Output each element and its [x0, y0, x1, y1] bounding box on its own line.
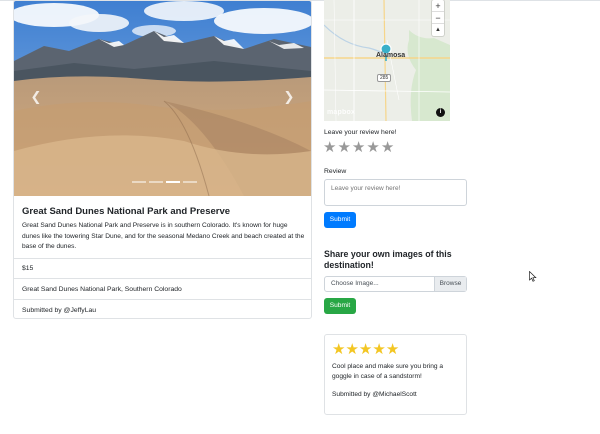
info-icon[interactable]: i [436, 108, 445, 117]
star-icon[interactable]: ★ [323, 140, 336, 156]
browse-button[interactable]: Browse [434, 277, 466, 291]
sand-dunes-photo [14, 1, 311, 196]
map-zoom-control: + − ▲ [432, 0, 444, 36]
carousel-indicator[interactable] [183, 181, 197, 183]
review-label: Review [324, 168, 347, 175]
campground-card: ❮ ❯ Great Sand Dunes National Park and P… [13, 0, 312, 319]
star-icon[interactable]: ★ [337, 140, 350, 156]
campground-title: Great Sand Dunes National Park and Prese… [22, 206, 231, 217]
upload-heading: Share your own images of this destinatio… [324, 249, 452, 270]
mouse-cursor-icon [529, 271, 537, 282]
star-icon[interactable]: ★ [381, 140, 394, 156]
chevron-right-icon[interactable]: ❯ [279, 85, 299, 109]
review-card: ★ ★ ★ ★ ★ Cool place and make sure you b… [324, 334, 467, 415]
star-filled-icon: ★ [372, 341, 386, 358]
campground-description: Great Sand Dunes National Park and Prese… [22, 222, 305, 250]
campground-author: Submitted by @JeffyLau [14, 299, 311, 318]
carousel-indicator[interactable] [132, 181, 146, 183]
submit-review-button[interactable]: Submit [324, 212, 356, 228]
review-rating: ★ ★ ★ ★ ★ [332, 340, 399, 360]
carousel-indicator-active[interactable] [166, 181, 180, 183]
zoom-out-button[interactable]: − [432, 12, 444, 24]
star-rating-input[interactable]: ★ ★ ★ ★ ★ [323, 140, 394, 156]
carousel-indicator[interactable] [149, 181, 163, 183]
compass-icon[interactable]: ▲ [432, 24, 444, 36]
map-city-label: Alamosa [376, 52, 406, 59]
review-textarea[interactable] [324, 179, 467, 206]
location-map[interactable]: + − ▲ Alamosa 285 mapbox i [324, 0, 450, 121]
image-file-input[interactable]: Choose Image... Browse [324, 276, 467, 292]
star-icon[interactable]: ★ [352, 140, 365, 156]
submit-image-button[interactable]: Submit [324, 298, 356, 314]
zoom-in-button[interactable]: + [432, 0, 444, 12]
review-author: Submitted by @MichaelScott [332, 391, 417, 398]
review-text: Cool place and make sure you bring a gog… [332, 363, 444, 380]
campground-location: Great Sand Dunes National Park, Southern… [14, 278, 311, 299]
star-filled-icon: ★ [345, 341, 359, 358]
star-filled-icon: ★ [332, 341, 346, 358]
mapbox-logo[interactable]: mapbox [327, 109, 355, 116]
carousel-indicators [132, 181, 197, 183]
rating-label: Leave your review here! [324, 129, 397, 136]
star-filled-icon: ★ [385, 341, 400, 358]
star-icon[interactable]: ★ [366, 140, 379, 156]
map-road-label: 285 [377, 74, 392, 82]
image-carousel[interactable]: ❮ ❯ [14, 1, 311, 196]
campground-price: $15 [14, 258, 311, 278]
chevron-left-icon[interactable]: ❮ [26, 85, 46, 109]
file-input-placeholder: Choose Image... [331, 280, 379, 287]
star-filled-icon: ★ [358, 341, 373, 358]
